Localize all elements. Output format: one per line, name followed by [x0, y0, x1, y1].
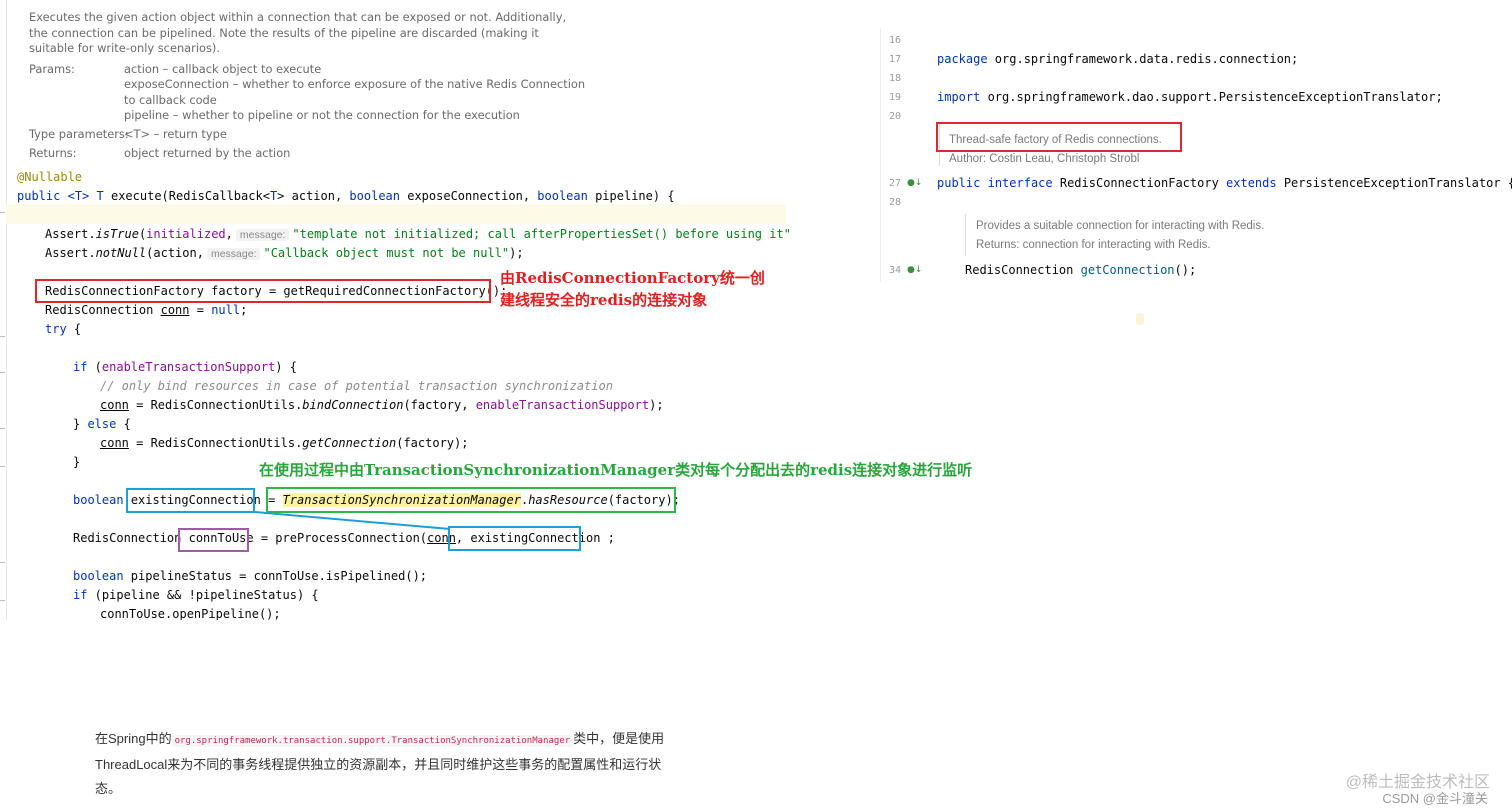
line-number: 18: [888, 73, 901, 84]
line-number: 19: [888, 92, 901, 103]
interface-declaration-line: public interface RedisConnectionFactory …: [937, 176, 1512, 190]
method-doc-summary: Provides a suitable connection for inter…: [976, 220, 1265, 232]
line-number: 16: [888, 35, 901, 46]
line-number: 28: [888, 197, 901, 208]
line-number: 20: [888, 111, 901, 122]
inline-code: org.springframework.transaction.support.…: [171, 735, 574, 747]
factory-annotation-line1: 由RedisConnectionFactory统一创: [500, 269, 765, 287]
implementation-gutter-icon[interactable]: ●↓: [907, 178, 922, 188]
left-code-editor: Executes the given action object within …: [0, 0, 790, 620]
import-line: import org.springframework.dao.support.P…: [937, 90, 1443, 104]
package-line: package org.springframework.data.redis.c…: [937, 52, 1299, 66]
csdn-watermark: CSDN @金斗潼关: [1382, 791, 1488, 806]
implementation-gutter-icon[interactable]: ●↓: [907, 265, 922, 275]
marker-dot: [1136, 313, 1144, 325]
article-paragraph: 在Spring中的 org.springframework.transaction…: [95, 731, 665, 796]
get-connection-method-line: RedisConnection getConnection();: [965, 263, 1197, 277]
doc-bar: [965, 214, 966, 256]
factory-annotation-line2: 建线程安全的redis的连接对象: [500, 291, 708, 309]
right-code-editor: 16 17 18 19 20 27 28 34 ●↓ ●↓ package or…: [880, 28, 1512, 282]
interface-doc-author: Author: Costin Leau, Christoph Strobl: [949, 153, 1140, 165]
connector-line: [254, 511, 451, 530]
sync-manager-annotation: 在使用过程中由TransactionSynchronizationManager…: [259, 461, 973, 479]
method-doc-returns: Returns: connection for interacting with…: [976, 239, 1211, 251]
line-number: 27: [888, 178, 901, 189]
thread-safe-highlight-box: [936, 122, 1182, 152]
line-number: 34: [888, 265, 901, 276]
line-number: 17: [888, 54, 901, 65]
